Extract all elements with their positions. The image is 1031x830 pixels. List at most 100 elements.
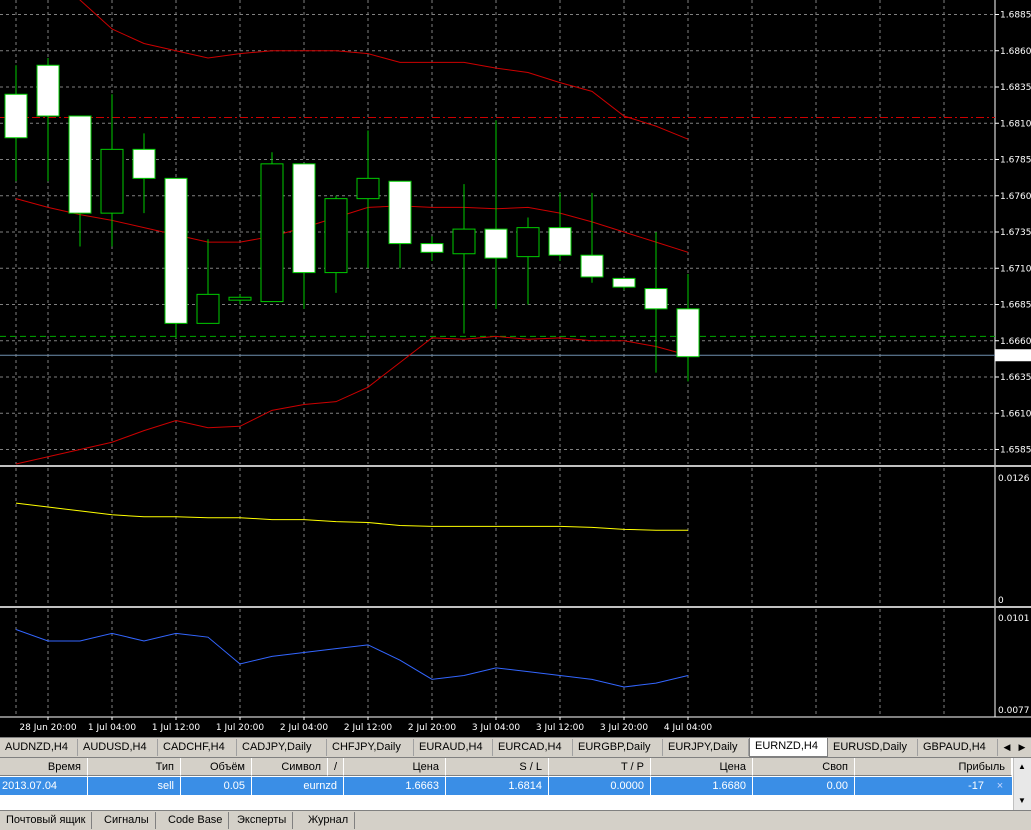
indicator2-line — [15, 629, 689, 688]
candle-body — [292, 163, 316, 274]
tab-eurcad[interactable]: EURCAD,H4 — [493, 739, 573, 756]
time-label: 2 Jul 12:00 — [344, 723, 393, 733]
upper-band-line — [79, 0, 689, 140]
price-label: 1.6710 — [1000, 264, 1031, 274]
current-price-label: 1.6650 — [998, 351, 1030, 361]
tab-experts[interactable]: Эксперты — [231, 812, 294, 829]
tab-scroll-right-icon[interactable]: ▶ — [1015, 740, 1029, 755]
symbol-tab-bar: AUDNZD,H4 AUDUSD,H4 CADCHF,H4 CADJPY,Dai… — [0, 737, 1031, 758]
candle-body — [324, 198, 348, 274]
candle-body — [516, 227, 540, 258]
indicator1-min-label: 0 — [998, 596, 1004, 606]
tab-audnzd[interactable]: AUDNZD,H4 — [0, 739, 78, 756]
col-swap-header[interactable]: Своп — [753, 758, 855, 776]
candle-body — [644, 288, 668, 310]
candle-body — [164, 177, 188, 324]
candle-body — [484, 228, 508, 259]
cell-profit: -17 — [968, 780, 984, 792]
cell-swap: 0.00 — [753, 777, 855, 795]
tab-gbpaud[interactable]: GBPAUD,H4 — [918, 739, 998, 756]
cell-current-price: 1.6680 — [651, 777, 753, 795]
cell-tp: 0.0000 — [549, 777, 651, 795]
scroll-up-icon[interactable]: ▲ — [1018, 762, 1026, 771]
scroll-down-icon[interactable]: ▼ — [1018, 796, 1026, 805]
candle-body — [4, 93, 28, 139]
candle-body — [260, 163, 284, 303]
price-label: 1.6785 — [1000, 156, 1031, 166]
price-label: 1.6585 — [1000, 446, 1031, 456]
indicator2-max-label: 0.0101 — [998, 614, 1030, 624]
terminal-scrollbar[interactable]: ▲ ▼ — [1013, 758, 1031, 811]
candle-body — [420, 243, 444, 253]
cell-sl: 1.6814 — [446, 777, 549, 795]
tab-code-base[interactable]: Code Base — [162, 812, 230, 829]
candle-body — [452, 228, 476, 255]
cell-volume: 0.05 — [181, 777, 252, 795]
tab-eurjpy[interactable]: EURJPY,Daily — [663, 739, 749, 756]
candle-body — [612, 277, 636, 288]
terminal-panel: Время Тип Объём Символ / Цена S / L T / … — [0, 757, 1031, 811]
time-label: 28 Jun 20:00 — [19, 723, 76, 733]
tab-cadjpy[interactable]: CADJPY,Daily — [237, 739, 327, 756]
col-profit-header[interactable]: Прибыль — [855, 758, 1012, 776]
col-sort-marker[interactable]: / — [328, 758, 344, 776]
price-label: 1.6810 — [1000, 119, 1031, 129]
candle-body — [196, 293, 220, 324]
candle-body — [228, 296, 252, 301]
tab-signals[interactable]: Сигналы — [98, 812, 156, 829]
col-type-header[interactable]: Тип — [88, 758, 181, 776]
tab-eurusd[interactable]: EURUSD,Daily — [828, 739, 918, 756]
tab-scroll-left-icon[interactable]: ◀ — [1000, 740, 1014, 755]
col-time-header[interactable]: Время — [0, 758, 88, 776]
time-label: 3 Jul 04:00 — [472, 723, 521, 733]
candle-body — [388, 180, 412, 245]
terminal-tab-bar: Почтовый ящик Сигналы Code Base Эксперты… — [0, 810, 1031, 830]
candle-body — [132, 148, 156, 179]
candle-body — [580, 254, 604, 278]
col-tp-header[interactable]: T / P — [549, 758, 651, 776]
chart-area[interactable]: 1.6885 1.6860 1.6835 1.6810 1.6785 1.6760 1.67… — [0, 0, 1031, 737]
col-current-price-header[interactable]: Цена — [651, 758, 753, 776]
candle-body — [36, 64, 60, 117]
tab-cadchf[interactable]: CADCHF,H4 — [158, 739, 237, 756]
time-label: 4 Jul 04:00 — [664, 723, 713, 733]
tab-journal[interactable]: Журнал — [302, 812, 356, 829]
price-label: 1.6610 — [1000, 409, 1031, 419]
candle-body — [68, 115, 92, 214]
candle-body — [100, 148, 124, 214]
cell-time: 2013.07.04 06:05 — [0, 777, 88, 810]
col-symbol-header[interactable]: Символ — [252, 758, 328, 776]
tab-eurgbp[interactable]: EURGBP,Daily — [573, 739, 663, 756]
price-label: 1.6835 — [1000, 83, 1031, 93]
tab-mailbox[interactable]: Почтовый ящик — [0, 812, 93, 829]
tab-euraud[interactable]: EURAUD,H4 — [414, 739, 493, 756]
tab-audusd[interactable]: AUDUSD,H4 — [78, 739, 158, 756]
candle-body — [548, 227, 572, 256]
price-label: 1.6885 — [1000, 11, 1031, 21]
cell-symbol: eurnzd — [252, 777, 344, 795]
indicator2-min-label: 0.0077 — [998, 706, 1030, 716]
close-order-icon[interactable]: × — [990, 777, 1010, 795]
col-volume-header[interactable]: Объём — [181, 758, 252, 776]
cell-type: sell — [88, 777, 181, 795]
tab-chfjpy[interactable]: CHFJPY,Daily — [327, 739, 414, 756]
time-label: 2 Jul 20:00 — [408, 723, 457, 733]
time-label: 3 Jul 20:00 — [600, 723, 649, 733]
tab-eurnzd[interactable]: EURNZD,H4 — [749, 738, 828, 757]
time-label: 3 Jul 12:00 — [536, 723, 585, 733]
price-label: 1.6635 — [1000, 373, 1031, 383]
time-label: 1 Jul 12:00 — [152, 723, 201, 733]
indicator1-line — [15, 502, 688, 531]
price-label: 1.6660 — [1000, 337, 1031, 347]
col-sl-header[interactable]: S / L — [446, 758, 549, 776]
time-label: 1 Jul 04:00 — [88, 723, 137, 733]
candle-body — [676, 308, 700, 358]
time-label: 2 Jul 04:00 — [280, 723, 329, 733]
col-price-header[interactable]: Цена — [344, 758, 446, 776]
candle-body — [356, 177, 380, 200]
price-chart[interactable]: 1.6885 1.6860 1.6835 1.6810 1.6785 1.6760 1.67… — [0, 0, 1031, 737]
price-label: 1.6685 — [1000, 301, 1031, 311]
indicator1-max-label: 0.0126 — [998, 474, 1030, 484]
time-label: 1 Jul 20:00 — [216, 723, 265, 733]
price-label: 1.6760 — [1000, 192, 1031, 202]
